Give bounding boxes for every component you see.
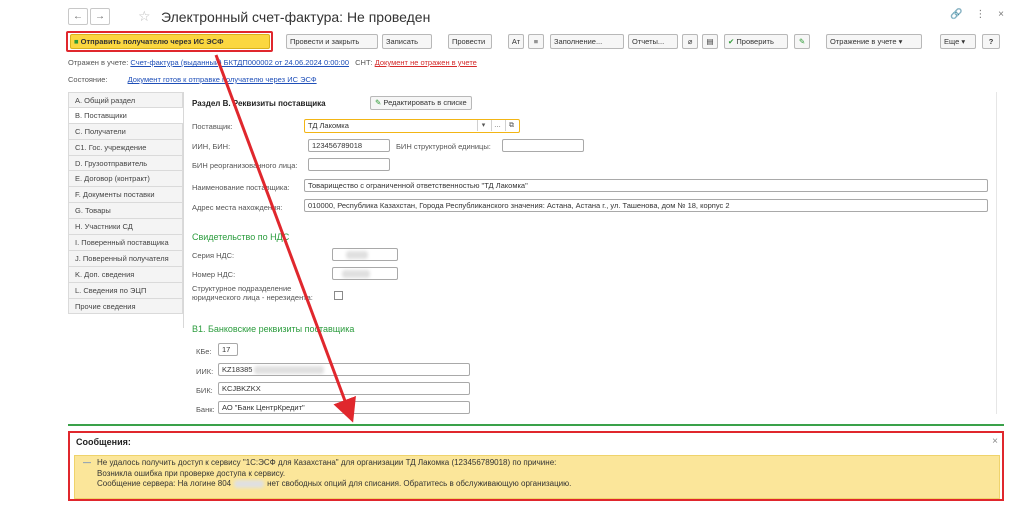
reflected-link[interactable]: Счет-фактура (выданный) БКТДП000002 от 2… (130, 58, 349, 67)
bank-section-title: В1. Банковские реквизиты поставщика (192, 324, 355, 334)
messages-panel: Сообщения: × — Не удалось получить досту… (68, 431, 1004, 501)
vat-series-field[interactable] (332, 248, 398, 261)
state-link[interactable]: Документ готов к отправке получателю чер… (128, 75, 317, 84)
chevron-down-icon: ▾ (961, 37, 966, 46)
nonresident-checkbox[interactable] (334, 291, 343, 300)
reflected-info: Отражен в учете: Счет-фактура (выданный)… (68, 58, 477, 67)
dt-kt-icon[interactable]: Ат (508, 34, 524, 49)
iin-label: ИИН, БИН: (192, 142, 231, 151)
nav-item-b[interactable]: B. Поставщики (68, 107, 183, 124)
nav-item-l[interactable]: L. Сведения по ЭЦП (68, 282, 183, 299)
address-field[interactable]: 010000, Республика Казахстан, Города Рес… (304, 199, 988, 212)
section-title: Раздел В. Реквизиты поставщика (192, 99, 326, 108)
iik-field[interactable]: KZ18385 (218, 363, 470, 376)
window-controls: 🔗 ⋮ × (940, 9, 1004, 20)
error-message: — Не удалось получить доступ к сервису "… (74, 455, 1000, 499)
help-button[interactable]: ? (982, 34, 1000, 49)
nav-item-e[interactable]: E. Договор (контракт) (68, 171, 183, 188)
bank-label: Банк: (196, 405, 215, 414)
iik-label: ИИК: (196, 367, 214, 376)
vat-section-title: Свидетельство по НДС (192, 232, 290, 242)
arrow-left-icon: ← (73, 11, 83, 22)
content-scrollbar[interactable] (996, 92, 1004, 414)
struct-label: Структурное подразделение (192, 284, 292, 293)
supplier-label: Поставщик: (192, 122, 233, 131)
dropdown-icon[interactable]: ▾ (477, 120, 489, 131)
more-icon[interactable]: ⋮ (975, 9, 985, 20)
bik-label: БИК: (196, 386, 213, 395)
arrow-right-icon: → (95, 11, 105, 22)
link-icon[interactable]: 🔗 (950, 9, 962, 20)
close-icon[interactable]: × (998, 9, 1004, 20)
nav-item-k[interactable]: K. Доп. сведения (68, 266, 183, 283)
chevron-down-icon: ▾ (898, 37, 903, 46)
vat-series-label: Серия НДС: (192, 251, 235, 260)
nav-item-f[interactable]: F. Документы поставки (68, 187, 183, 204)
pencil-icon[interactable]: ✎ (794, 34, 810, 49)
save-button[interactable]: Записать (382, 34, 432, 49)
nav-item-c1[interactable]: C1. Гос. учреждение (68, 139, 183, 156)
reports-button[interactable]: Отчеты... (628, 34, 678, 49)
nav-item-i[interactable]: I. Поверенный поставщика (68, 235, 183, 251)
vat-number-label: Номер НДС: (192, 270, 236, 279)
messages-title: Сообщения: (76, 437, 131, 447)
bik-field[interactable]: KCJBKZKX (218, 382, 470, 395)
annotation-highlight-send (66, 31, 273, 52)
more-button[interactable]: Еще ▾ (940, 34, 976, 49)
close-icon[interactable]: × (992, 436, 998, 447)
edit-in-list-button[interactable]: ✎ Редактировать в списке (370, 96, 472, 110)
back-button[interactable]: ← (68, 8, 88, 25)
post-button[interactable]: Провести (448, 34, 492, 49)
accounting-reflection-dropdown[interactable]: Отражение в учете ▾ (826, 34, 922, 49)
message-line-2: Возникла ошибка при проверке доступа к с… (97, 468, 286, 478)
nav-item-d[interactable]: D. Грузоотправитель (68, 155, 183, 172)
fill-button[interactable]: Заполнение... (550, 34, 624, 49)
pencil-icon: ✎ (375, 98, 382, 107)
message-line-3: Сообщение сервера: На логине 804 нет своб… (97, 479, 572, 488)
struct-label-2: юридического лица - нерезидента: (192, 293, 313, 302)
nav-item-j[interactable]: J. Поверенный получателя (68, 250, 183, 267)
bank-field[interactable]: АО "Банк ЦентрКредит" (218, 401, 470, 414)
nav-item-other[interactable]: Прочие сведения (68, 298, 183, 315)
check-button[interactable]: ✔ Проверить (724, 34, 788, 49)
select-icon[interactable]: … (491, 120, 503, 131)
panel-separator (68, 424, 1004, 426)
address-label: Адрес места нахождения: (192, 203, 283, 212)
bin-reorg-label: БИН реорганизованного лица: (192, 161, 298, 170)
bin-struct-label: БИН структурной единицы: (396, 142, 491, 151)
state-info: Состояние: Документ готов к отправке пол… (68, 75, 317, 84)
message-line-1: Не удалось получить доступ к сервису "1С… (97, 458, 557, 467)
list-icon[interactable]: ≡ (528, 34, 544, 49)
supplier-field[interactable]: ТД Лакомка ▾ … ⧉ (304, 119, 520, 133)
title-bar: ← → ☆ Электронный счет-фактура: Не прове… (68, 8, 1004, 28)
bin-reorg-field[interactable] (308, 158, 390, 171)
vat-number-field[interactable] (332, 267, 398, 280)
supplier-form: Раздел В. Реквизиты поставщика ✎ Редакти… (188, 92, 1004, 414)
kbe-field[interactable]: 17 (218, 343, 238, 356)
nav-item-a[interactable]: A. Общий раздел (68, 92, 183, 108)
message-marker-icon: — (83, 458, 91, 467)
bin-struct-field[interactable] (502, 139, 584, 152)
kbe-label: КБе: (196, 347, 212, 356)
nav-item-g[interactable]: G. Товары (68, 203, 183, 220)
favorite-star-icon[interactable]: ☆ (138, 8, 151, 24)
post-and-close-button[interactable]: Провести и закрыть (286, 34, 378, 49)
page-title: Электронный счет-фактура: Не проведен (161, 9, 431, 25)
iin-field[interactable]: 123456789018 (308, 139, 390, 152)
nav-item-c[interactable]: C. Получатели (68, 123, 183, 140)
nav-item-h[interactable]: H. Участники СД (68, 219, 183, 236)
snt-link[interactable]: Документ не отражен в учете (375, 58, 477, 67)
attach-icon[interactable]: ⌀ (682, 34, 698, 49)
section-nav: A. Общий раздел B. Поставщики C. Получат… (68, 92, 184, 328)
open-icon[interactable]: ⧉ (505, 120, 517, 131)
forward-button[interactable]: → (90, 8, 110, 25)
grid-icon[interactable]: ▤ (702, 34, 718, 49)
name-label: Наименование поставщика: (192, 183, 290, 192)
check-icon: ✔ (728, 37, 735, 46)
name-field[interactable]: Товарищество с ограниченной ответственно… (304, 179, 988, 192)
